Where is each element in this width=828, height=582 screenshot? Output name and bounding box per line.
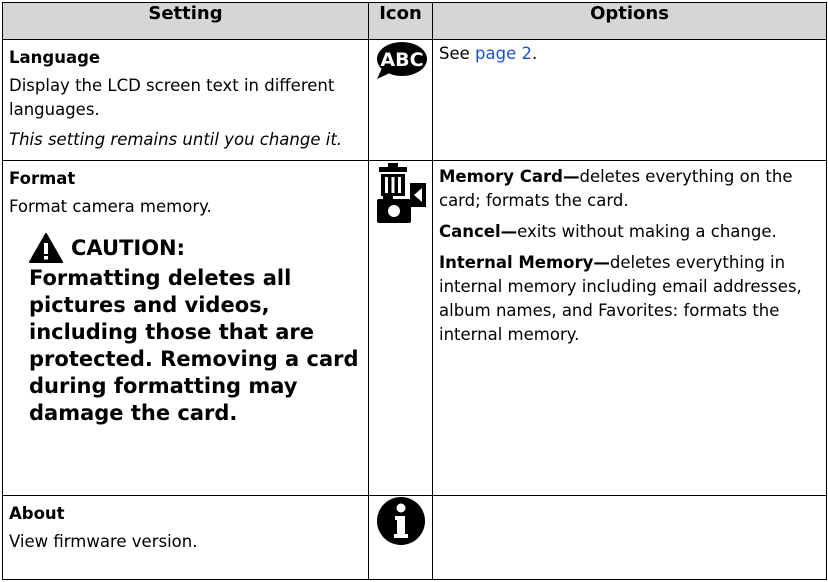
table-row-language: Language Display the LCD screen text in … bbox=[2, 39, 827, 161]
warning-icon bbox=[29, 233, 63, 263]
info-icon bbox=[376, 497, 425, 545]
header-row: Setting Icon Options bbox=[2, 2, 827, 40]
options-prefix: See bbox=[439, 44, 476, 63]
setting-description: Format camera memory. bbox=[9, 197, 212, 216]
caution-text: Formatting deletes all pictures and vide… bbox=[29, 266, 359, 425]
option-cancel: Cancel—exits without making a change. bbox=[439, 220, 820, 244]
abc-speech-bubble-icon: ABC bbox=[376, 42, 427, 79]
setting-note: This setting remains until you change it… bbox=[9, 130, 343, 149]
header-setting: Setting bbox=[2, 2, 369, 40]
icon-cell bbox=[368, 160, 433, 496]
header-icon: Icon bbox=[368, 2, 433, 40]
setting-description: View firmware version. bbox=[9, 532, 198, 551]
svg-text:ABC: ABC bbox=[380, 49, 423, 71]
caution-label: CAUTION: bbox=[71, 235, 186, 260]
options-cell: Memory Card—deletes everything on the ca… bbox=[432, 160, 827, 496]
option-label: Internal Memory— bbox=[439, 253, 610, 272]
settings-table: Setting Icon Options Language Display th… bbox=[2, 2, 827, 580]
options-cell-empty bbox=[432, 495, 827, 580]
setting-title: About bbox=[9, 504, 65, 523]
caution-block: CAUTION: Formatting deletes all pictures… bbox=[29, 233, 362, 427]
icon-cell bbox=[368, 495, 433, 580]
setting-title: Format bbox=[9, 169, 76, 188]
header-options: Options bbox=[432, 2, 827, 40]
option-label: Memory Card— bbox=[439, 167, 580, 186]
option-text: exits without making a change. bbox=[517, 222, 777, 241]
table-row-about: About View firmware version. bbox=[2, 495, 827, 580]
setting-description: Display the LCD screen text in different… bbox=[9, 76, 335, 119]
setting-cell: Format Format camera memory. CAUTION: Fo… bbox=[2, 160, 369, 496]
page-2-link[interactable]: page 2 bbox=[475, 44, 532, 63]
option-memory-card: Memory Card—deletes everything on the ca… bbox=[439, 165, 820, 213]
options-cell: See page 2. bbox=[432, 39, 827, 161]
setting-cell: About View firmware version. bbox=[2, 495, 369, 580]
table-row-format: Format Format camera memory. CAUTION: Fo… bbox=[2, 160, 827, 496]
option-internal-memory: Internal Memory—deletes everything in in… bbox=[439, 251, 820, 347]
setting-title: Language bbox=[9, 48, 101, 67]
options-suffix: . bbox=[531, 44, 538, 63]
option-label: Cancel— bbox=[439, 222, 518, 241]
format-trash-camera-icon bbox=[376, 163, 426, 223]
icon-cell: ABC bbox=[368, 39, 433, 161]
setting-cell: Language Display the LCD screen text in … bbox=[2, 39, 369, 161]
